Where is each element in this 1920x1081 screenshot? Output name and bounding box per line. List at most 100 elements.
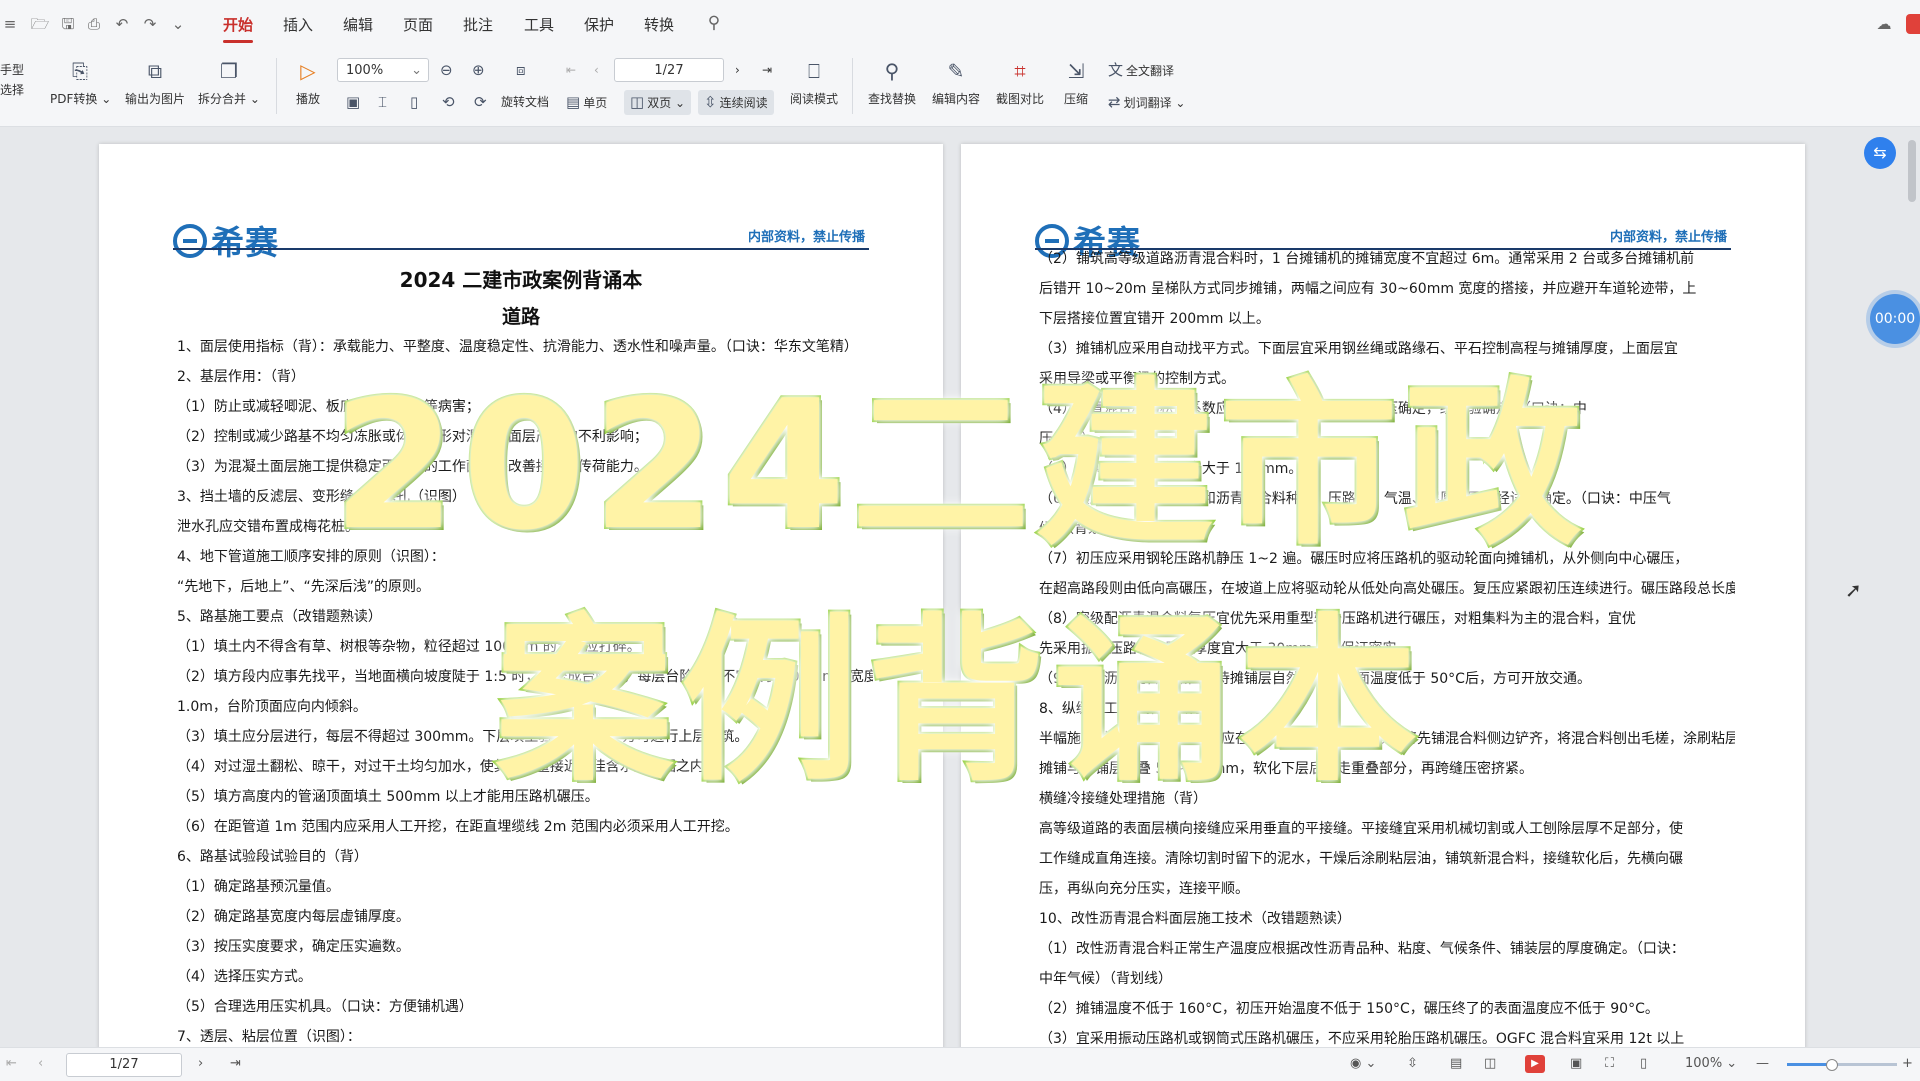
redo-icon[interactable]: ↷ [140, 14, 160, 34]
account-badge[interactable] [1906, 14, 1920, 34]
eye-icon[interactable]: ◉ ⌄ [1350, 1054, 1376, 1074]
zoom-out-icon[interactable]: — [1756, 1054, 1769, 1074]
screenshot-compare-button[interactable]: ⌗ 截图对比 [992, 58, 1048, 107]
overlay-title-line2: 案例背诵本 [493, 596, 1425, 807]
dropdown-icon[interactable]: ⌄ [168, 14, 188, 34]
zoom-in-icon[interactable]: ⊕ [472, 60, 488, 81]
tab-comment[interactable]: 批注 [463, 12, 493, 38]
rotate-left-icon[interactable]: ⟲ [442, 92, 458, 113]
ribbon-toolbar: 手型 选择 ⎘ PDF转换 ⌄ ⧉ 输出为图片 ❐ 拆分合并 ⌄ ▷ 播放 10… [0, 48, 1920, 127]
print-icon[interactable]: ⎙ [84, 14, 104, 34]
screenshot-icon: ⌗ [1014, 59, 1026, 83]
last-page-icon[interactable]: ⇥ [230, 1054, 241, 1074]
text-line: 高等级道路的表面层横向接缝应采用垂直的平接缝。平接缝宜采用机械切割或人工刨除层厚… [1039, 821, 1683, 837]
magnifier-icon: ⚲ [884, 59, 900, 83]
page-input[interactable]: 1/27 [614, 58, 724, 82]
timer-widget[interactable]: 00:00 [1870, 294, 1920, 344]
save-icon[interactable]: 🖫 [58, 14, 78, 34]
compress-icon: ⇲ [1067, 59, 1085, 83]
pdf-convert-button[interactable]: ⎘ PDF转换 ⌄ [50, 58, 111, 107]
edit-content-button[interactable]: ✎ 编辑内容 [928, 58, 984, 107]
search-icon[interactable]: ⚲ [704, 13, 724, 33]
word-translate-label: 划词翻译 [1123, 96, 1172, 110]
pdf-convert-icon: ⎘ [72, 59, 88, 83]
first-page-icon[interactable]: ⇤ [6, 1054, 17, 1074]
status-page-input[interactable]: 1/27 [66, 1053, 182, 1077]
actual-size-icon[interactable]: ▣ [1570, 1054, 1582, 1074]
text-line: （2）铺筑高等级道路沥青混合料时，1 台摊铺机的摊铺宽度不宜超过 6m。通常采用… [1039, 251, 1695, 267]
tab-start[interactable]: 开始 [223, 12, 254, 43]
text-line: 工作缝成直角连接。清除切割时留下的泥水，干燥后涂刷粘层油，铺筑新混合料，接缝软化… [1039, 851, 1683, 867]
single-page-button[interactable]: ▤ 单页 [566, 92, 607, 113]
next-page-icon[interactable]: › [735, 60, 740, 80]
continuous-read-button[interactable]: ⇳ 连续阅读 [698, 90, 774, 115]
tab-tools[interactable]: 工具 [524, 12, 554, 38]
split-merge-icon: ❐ [220, 59, 238, 83]
full-translate-button[interactable]: 文全文翻译 [1108, 60, 1174, 81]
text-line: （2）摊铺温度不低于 160°C，初压开始温度不低于 150°C，碾压终了的表面… [1039, 1001, 1659, 1017]
edit-icon: ✎ [947, 59, 965, 83]
tab-edit[interactable]: 编辑 [343, 12, 373, 38]
tab-insert[interactable]: 插入 [283, 12, 313, 38]
compress-button[interactable]: ⇲ 压缩 [1056, 58, 1096, 107]
zoom-slider[interactable] [1787, 1059, 1897, 1071]
play-button[interactable]: ▷ 播放 [290, 58, 326, 107]
tab-convert[interactable]: 转换 [644, 12, 674, 38]
zoom-slider-knob[interactable] [1826, 1059, 1838, 1071]
export-image-icon: ⧉ [147, 59, 163, 83]
screenshot-compare-label: 截图对比 [995, 92, 1044, 106]
word-translate-button[interactable]: ⇄ 划词翻译 ⌄ [1108, 92, 1185, 113]
double-page-label: 双页 [647, 96, 672, 110]
zoom-in-icon[interactable]: + [1902, 1054, 1913, 1074]
fit-page-icon[interactable]: ▯ [1640, 1054, 1647, 1074]
play-icon: ▷ [300, 59, 316, 83]
last-page-icon[interactable]: ⇥ [762, 60, 772, 80]
text-line: 后错开 10~20m 呈梯队方式同步摊铺，两幅之间应有 30~60mm 宽度的搭… [1039, 281, 1697, 297]
tab-protect[interactable]: 保护 [584, 12, 614, 38]
continuous-read-label: 连续阅读 [719, 96, 768, 110]
status-zoom[interactable]: 100% ⌄ [1685, 1054, 1737, 1074]
folder-icon[interactable]: 🗁 [30, 14, 50, 34]
next-page-icon[interactable]: › [198, 1054, 203, 1074]
fit-width-icon[interactable]: ⌶ [378, 92, 390, 113]
text-line: （3）按压实度要求，确定压实遍数。 [177, 939, 410, 955]
double-view-icon[interactable]: ◫ [1484, 1054, 1496, 1074]
find-replace-button[interactable]: ⚲ 查找替换 [864, 58, 920, 107]
play-icon[interactable]: ▶ [1525, 1055, 1545, 1073]
scrollbar-thumb[interactable] [1908, 140, 1916, 202]
export-image-button[interactable]: ⧉ 输出为图片 [120, 58, 190, 107]
prev-page-icon[interactable]: ‹ [38, 1054, 43, 1074]
compress-label: 压缩 [1063, 92, 1088, 106]
tab-page[interactable]: 页面 [403, 12, 433, 38]
actual-size-icon[interactable]: ▣ [346, 92, 363, 113]
zoom-value: 100% [346, 63, 384, 78]
vertical-scrollbar[interactable] [1908, 130, 1916, 1040]
cloud-icon[interactable]: ☁ [1874, 14, 1894, 34]
first-page-icon[interactable]: ⇤ [566, 60, 576, 80]
export-image-label: 输出为图片 [124, 92, 185, 106]
mouse-cursor-icon: ➚ [1845, 578, 1862, 602]
split-merge-label: 拆分合并 [198, 92, 247, 106]
hand-tool-button[interactable]: 手型 选择 [0, 60, 24, 100]
menu-icon[interactable]: ≡ [0, 14, 20, 34]
fit-page-icon[interactable]: ⧈ [516, 60, 529, 81]
text-line: 压，再纵向充分压实，连接平顺。 [1039, 881, 1249, 897]
prev-page-icon[interactable]: ‹ [594, 60, 599, 80]
double-page-button[interactable]: ◫ 双页 ⌄ [624, 90, 692, 115]
undo-icon[interactable]: ↶ [112, 14, 132, 34]
timer-value: 00:00 [1874, 311, 1916, 327]
read-mode-button[interactable]: ⎕ 阅读模式 [784, 58, 844, 107]
zoom-select[interactable]: 100% ⌄ [337, 58, 429, 82]
fullscreen-icon[interactable]: ⛶ [1605, 1054, 1614, 1074]
read-mode-label: 阅读模式 [789, 92, 838, 106]
zoom-out-icon[interactable]: ⊖ [440, 60, 456, 81]
continuous-view-icon[interactable]: ⇳ [1407, 1054, 1418, 1074]
rotate-right-icon[interactable]: ⟳ [474, 92, 490, 113]
menu-bar: ≡ 🗁 🖫 ⎙ ↶ ↷ ⌄ 开始 插入 编辑 页面 批注 工具 保护 转换 ⚲ … [0, 0, 1920, 49]
single-view-icon[interactable]: ▤ [1450, 1054, 1462, 1074]
rotate-doc-button[interactable]: 旋转文档 [501, 92, 549, 112]
split-merge-button[interactable]: ❐ 拆分合并 ⌄ [196, 58, 262, 107]
floating-tool-button[interactable]: ⇆ [1864, 137, 1896, 169]
overlay-title-line1: 2024二建市政 [330, 360, 1588, 571]
fit-height-icon[interactable]: ▯ [410, 92, 421, 113]
